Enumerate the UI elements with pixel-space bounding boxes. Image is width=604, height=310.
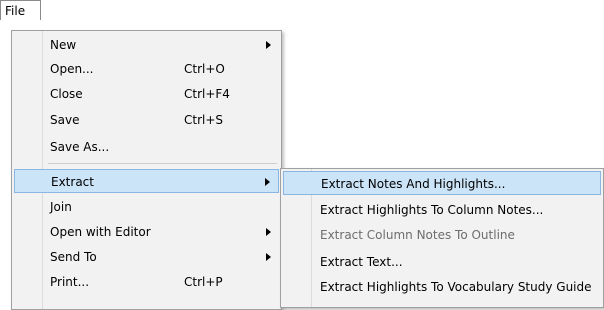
chevron-right-icon xyxy=(266,228,271,236)
menu-file[interactable]: File xyxy=(0,0,41,20)
menu-item-label: Join xyxy=(50,200,72,214)
menu-item-shortcut: Ctrl+F4 xyxy=(184,87,230,101)
extract-submenu: Extract Notes And Highlights... Extract … xyxy=(280,168,604,308)
menu-item-extract[interactable]: Extract xyxy=(14,169,279,193)
menu-item-label: Close xyxy=(50,87,83,101)
menu-item-label: Extract Notes And Highlights... xyxy=(321,177,506,191)
menu-file-label: File xyxy=(5,4,26,18)
submenu-item-extract-highlights-to-column-notes[interactable]: Extract Highlights To Column Notes... xyxy=(283,198,601,222)
menu-item-print[interactable]: Print... Ctrl+P xyxy=(14,270,279,294)
file-menu: New Open... Ctrl+O Close Ctrl+F4 Save Ct… xyxy=(11,30,282,310)
menu-item-shortcut: Ctrl+S xyxy=(184,113,224,127)
menu-item-label: Print... xyxy=(50,275,90,289)
menu-item-label: Extract Highlights To Column Notes... xyxy=(320,203,544,217)
submenu-item-extract-column-notes-to-outline: Extract Column Notes To Outline xyxy=(283,223,601,247)
menu-item-save[interactable]: Save Ctrl+S xyxy=(14,108,279,132)
chevron-right-icon xyxy=(265,178,270,186)
menu-item-save-as[interactable]: Save As... xyxy=(14,135,279,159)
submenu-item-extract-text[interactable]: Extract Text... xyxy=(283,250,601,274)
menu-item-shortcut: Ctrl+O xyxy=(184,62,225,76)
menu-item-shortcut: Ctrl+P xyxy=(184,275,223,289)
submenu-item-extract-highlights-to-vocabulary-study-guide[interactable]: Extract Highlights To Vocabulary Study G… xyxy=(283,275,601,299)
menu-item-label: Send To xyxy=(50,250,97,264)
menu-item-label: Open with Editor xyxy=(50,225,151,239)
menu-item-label: Extract xyxy=(51,175,94,189)
menu-item-label: Save As... xyxy=(50,140,110,154)
chevron-right-icon xyxy=(266,253,271,261)
chevron-right-icon xyxy=(266,41,271,49)
menu-item-join[interactable]: Join xyxy=(14,195,279,219)
menu-item-label: Extract Highlights To Vocabulary Study G… xyxy=(320,280,592,294)
menu-item-open-with-editor[interactable]: Open with Editor xyxy=(14,220,279,244)
menu-item-label: Open... xyxy=(50,62,94,76)
menu-item-send-to[interactable]: Send To xyxy=(14,245,279,269)
menu-item-label: Extract Column Notes To Outline xyxy=(320,228,515,242)
menu-item-label: Extract Text... xyxy=(320,255,403,269)
menu-item-label: New xyxy=(50,38,77,52)
menu-separator xyxy=(48,163,277,164)
menu-item-label: Save xyxy=(50,113,80,127)
submenu-item-extract-notes-and-highlights[interactable]: Extract Notes And Highlights... xyxy=(283,171,601,195)
menu-item-open[interactable]: Open... Ctrl+O xyxy=(14,57,279,81)
menu-item-close[interactable]: Close Ctrl+F4 xyxy=(14,82,279,106)
menu-item-new[interactable]: New xyxy=(14,33,279,57)
